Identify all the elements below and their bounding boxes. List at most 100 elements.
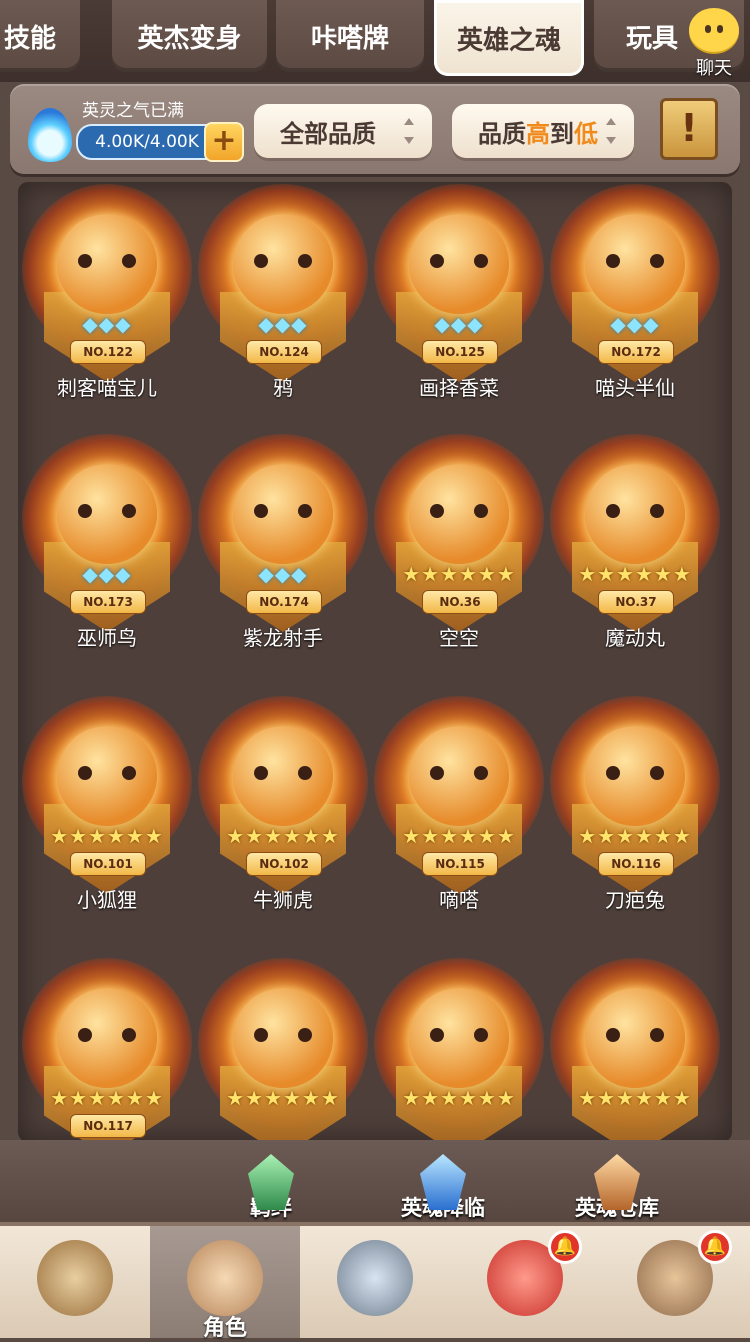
nav-item-character[interactable]: 角色 (150, 1226, 300, 1341)
hero-eyes (254, 504, 312, 518)
hero-name: 画择香菜 (419, 376, 499, 400)
tab-transform[interactable]: 英杰变身 (112, 0, 267, 72)
hero-eyes (606, 1028, 664, 1042)
hero-name: 刺客喵宝儿 (57, 376, 157, 400)
hero-card[interactable]: ★★★★★★ NO.102 牛狮虎 (198, 696, 368, 936)
hero-eyes (430, 766, 488, 780)
sort-mid: 到 (550, 119, 574, 148)
hero-rank: ◆◆◆ (82, 312, 132, 336)
hero-rank: ★★★★★★ (578, 562, 692, 586)
hero-rank: ★★★★★★ (402, 824, 516, 848)
hero-number: NO.36 (422, 590, 498, 614)
hero-rank: ★★★★★★ (226, 824, 340, 848)
hero-name: 魔动丸 (605, 626, 665, 650)
hero-name: 空空 (439, 626, 479, 650)
hero-rank: ◆◆◆ (434, 312, 484, 336)
hero-rank: ★★★★★★ (402, 1086, 516, 1110)
hero-number: NO.102 (246, 852, 322, 876)
sort-high: 高 (526, 119, 550, 148)
hero-name: 嘀嗒 (439, 888, 479, 912)
hero-number: NO.101 (70, 852, 146, 876)
quality-filter-select[interactable]: 全部品质 (254, 104, 432, 158)
hero-rank: ◆◆◆ (610, 312, 660, 336)
hero-grid: ◆◆◆ NO.122 刺客喵宝儿 ◆◆◆ NO.124 鸦 ◆◆◆ NO.125 画择香菜 ◆◆◆… (18, 182, 732, 1142)
energy-value: 4.00K/4.00K (76, 124, 218, 160)
hero-rank: ★★★★★★ (578, 824, 692, 848)
hero-name: 牛狮虎 (253, 888, 313, 912)
hero-eyes (606, 766, 664, 780)
hero-number: NO.174 (246, 590, 322, 614)
hero-eyes (606, 254, 664, 268)
add-energy-button[interactable]: + (204, 122, 244, 162)
hero-card[interactable]: ◆◆◆ NO.122 刺客喵宝儿 (22, 184, 192, 424)
sword-shield-icon (337, 1240, 413, 1316)
hero-number: NO.173 (70, 590, 146, 614)
scroll-exclamation-icon[interactable]: ! (660, 98, 718, 160)
hero-number: NO.117 (70, 1114, 146, 1138)
hero-rank: ◆◆◆ (258, 312, 308, 336)
hero-name: 喵头半仙 (595, 376, 675, 400)
notification-bell-icon: 🔔 (698, 1230, 732, 1264)
hero-card[interactable]: ★★★★★★ NO.115 嘀嗒 (374, 696, 544, 936)
hero-eyes (430, 254, 488, 268)
hero-card[interactable]: ★★★★★★ NO.117 (22, 958, 192, 1142)
hero-eyes (78, 1028, 136, 1042)
hero-number: NO.37 (598, 590, 674, 614)
top-tab-bar: 技能 英杰变身 咔嗒牌 英雄之魂 玩具 聊天 (0, 0, 750, 82)
hero-name: 巫师鸟 (77, 626, 137, 650)
nav-item-equipment[interactable] (300, 1226, 450, 1338)
hero-card[interactable]: ★★★★★★ NO.36 空空 (374, 434, 544, 674)
hero-card[interactable]: ★★★★★★ NO.37 魔动丸 (550, 434, 720, 674)
chat-button[interactable]: 聊天 (686, 8, 742, 80)
hero-card[interactable]: ◆◆◆ NO.174 紫龙射手 (198, 434, 368, 674)
hero-card[interactable]: ◆◆◆ NO.124 鸦 (198, 184, 368, 424)
hero-name: 鸦 (273, 376, 293, 400)
nav-item-totem[interactable]: 🔔 (600, 1226, 750, 1338)
tab-hero-soul[interactable]: 英雄之魂 (434, 0, 584, 76)
hero-number: NO.125 (422, 340, 498, 364)
hero-card[interactable]: ◆◆◆ NO.173 巫师鸟 (22, 434, 192, 674)
hero-card[interactable]: ★★★★★★ (374, 958, 544, 1142)
nav-item-hero[interactable] (0, 1226, 150, 1338)
bond-button[interactable]: 羁绊 (196, 1154, 346, 1222)
action-bar: 羁绊 英魂降临 英魂仓库 (0, 1140, 750, 1224)
nav-item-pet[interactable]: 🔔 (450, 1226, 600, 1338)
hero-eyes (254, 1028, 312, 1042)
hero-name: 紫龙射手 (243, 626, 323, 650)
hero-rank: ★★★★★★ (50, 1086, 164, 1110)
plus-icon: + (211, 123, 237, 158)
hero-number: NO.122 (70, 340, 146, 364)
sort-order-select[interactable]: 品质高到低 (452, 104, 634, 158)
tab-skills[interactable]: 技能 (0, 0, 80, 72)
hero-eyes (78, 504, 136, 518)
hero-rank: ★★★★★★ (402, 562, 516, 586)
chat-smile-icon (689, 8, 739, 52)
storage-button[interactable]: 英魂仓库 (542, 1154, 692, 1222)
summon-button[interactable]: 英魂降临 (368, 1154, 518, 1222)
hero-card[interactable]: ◆◆◆ NO.125 画择香菜 (374, 184, 544, 424)
hero-eyes (78, 254, 136, 268)
filter-bar: 英灵之气已满 4.00K/4.00K + 全部品质 品质高到低 ! (10, 84, 740, 174)
hero-number: NO.115 (422, 852, 498, 876)
sort-arrows-icon (404, 118, 414, 144)
notification-bell-icon: 🔔 (548, 1230, 582, 1264)
tab-cards[interactable]: 咔嗒牌 (276, 0, 424, 72)
energy-label: 英灵之气已满 (82, 101, 184, 121)
hero-card[interactable]: ★★★★★★ (550, 958, 720, 1142)
furry-hero-icon (37, 1240, 113, 1316)
hero-eyes (254, 766, 312, 780)
hero-number: NO.172 (598, 340, 674, 364)
quality-filter-label: 全部品质 (280, 119, 376, 148)
hero-card[interactable]: ★★★★★★ NO.101 小狐狸 (22, 696, 192, 936)
hero-eyes (430, 504, 488, 518)
sort-prefix: 品质 (478, 119, 526, 148)
hero-card[interactable]: ◆◆◆ NO.172 喵头半仙 (550, 184, 720, 424)
hero-name: 小狐狸 (77, 888, 137, 912)
hero-rank: ★★★★★★ (50, 824, 164, 848)
hero-eyes (78, 766, 136, 780)
hero-eyes (430, 1028, 488, 1042)
bottom-nav: 角色 🔔 🔔 (0, 1222, 750, 1341)
hero-card[interactable]: ★★★★★★ (198, 958, 368, 1142)
sort-low: 低 (574, 119, 598, 148)
hero-card[interactable]: ★★★★★★ NO.116 刀疤兔 (550, 696, 720, 936)
